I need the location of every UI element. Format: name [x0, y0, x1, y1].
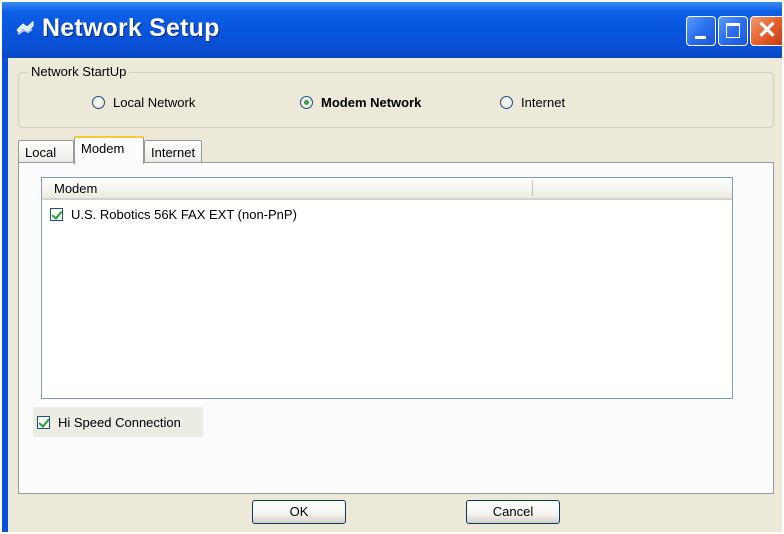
- radio-label: Local Network: [113, 94, 196, 110]
- modem-list[interactable]: Modem U.S. Robotics 56K FAX EXT (non-PnP…: [41, 177, 733, 399]
- maximize-button[interactable]: [718, 16, 748, 46]
- maximize-icon: [726, 23, 740, 38]
- close-button[interactable]: ✕: [750, 16, 782, 46]
- hi-speed-connection-checkbox[interactable]: Hi Speed Connection: [33, 407, 203, 437]
- checkbox-label: Hi Speed Connection: [58, 414, 181, 430]
- close-icon: ✕: [757, 17, 778, 44]
- list-header: Modem: [42, 178, 732, 200]
- network-setup-window: Network Setup ✕ Network StartUp Local Ne…: [2, 2, 782, 532]
- title-bar[interactable]: Network Setup ✕: [2, 2, 782, 58]
- column-header-modem[interactable]: Modem: [54, 181, 97, 196]
- dialog-client-area: Network StartUp Local Network Modem Netw…: [8, 58, 782, 532]
- minimize-icon: [695, 36, 706, 39]
- radio-local-network[interactable]: Local Network: [92, 94, 195, 110]
- window-title: Network Setup: [42, 14, 220, 42]
- list-item-label: U.S. Robotics 56K FAX EXT (non-PnP): [71, 206, 297, 222]
- radio-modem-network[interactable]: Modem Network: [300, 94, 421, 110]
- cancel-button[interactable]: Cancel: [466, 500, 560, 524]
- minimize-button[interactable]: [686, 16, 716, 46]
- radio-label: Modem Network: [321, 94, 422, 110]
- group-legend: Network StartUp: [28, 64, 130, 79]
- tab-local[interactable]: Local: [18, 140, 74, 162]
- network-setup-icon: [16, 20, 34, 35]
- radio-label: Internet: [521, 94, 566, 110]
- radio-internet[interactable]: Internet: [500, 94, 565, 110]
- radio-indicator: [300, 95, 313, 109]
- column-separator[interactable]: [532, 181, 533, 196]
- list-item[interactable]: U.S. Robotics 56K FAX EXT (non-PnP): [50, 206, 297, 222]
- radio-indicator: [500, 95, 513, 109]
- ok-button[interactable]: OK: [252, 500, 346, 524]
- tab-internet[interactable]: Internet: [144, 140, 202, 162]
- radio-indicator: [92, 95, 105, 109]
- tab-pane-modem: Modem U.S. Robotics 56K FAX EXT (non-PnP…: [18, 162, 774, 494]
- list-item-checkbox[interactable]: [50, 207, 63, 221]
- checkbox-indicator: [37, 415, 50, 429]
- tab-modem[interactable]: Modem: [74, 136, 144, 164]
